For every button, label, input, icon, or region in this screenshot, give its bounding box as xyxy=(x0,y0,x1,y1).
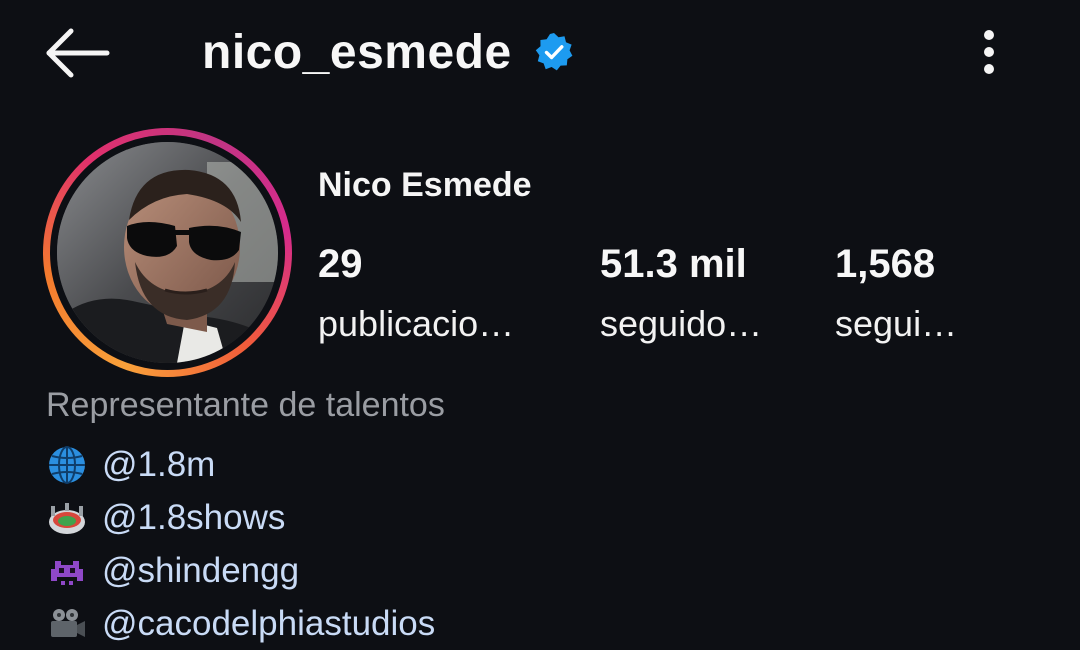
stadium-icon xyxy=(46,497,88,539)
followers-count: 51.3 mil xyxy=(600,242,747,286)
bio-link-shindengg[interactable]: @shindengg xyxy=(102,551,299,591)
bio-link-cacodelphiastudios[interactable]: @cacodelphiastudios xyxy=(102,604,435,644)
film-camera-icon xyxy=(46,603,88,645)
bio-line: @1.8shows xyxy=(46,491,435,544)
followers-stat[interactable]: 51.3 mil seguido… xyxy=(600,240,762,346)
followers-label: seguido… xyxy=(600,303,763,344)
following-label: segui… xyxy=(835,303,958,344)
bio-line: @1.8m xyxy=(46,438,435,491)
posts-count: 29 xyxy=(318,242,363,286)
username: nico_esmede xyxy=(202,25,512,79)
globe-icon xyxy=(46,444,88,486)
display-name: Nico Esmede xyxy=(318,166,532,204)
avatar-portrait-image xyxy=(57,142,278,363)
posts-label: publicacio… xyxy=(318,303,515,344)
bio-link-1-8shows[interactable]: @1.8shows xyxy=(102,498,285,538)
top-bar: nico_esmede xyxy=(0,0,1080,110)
story-ring[interactable] xyxy=(43,128,292,377)
more-options-button[interactable] xyxy=(964,24,1014,80)
bio-line: @cacodelphiastudios xyxy=(46,597,435,650)
back-button[interactable] xyxy=(40,22,116,84)
more-vertical-icon xyxy=(984,30,994,74)
verified-badge-icon xyxy=(534,32,574,72)
following-stat[interactable]: 1,568 segui… xyxy=(835,240,957,346)
bio-links: @1.8m @1.8shows @shindengg @cacodelphias… xyxy=(46,438,435,650)
posts-stat[interactable]: 29 publicacio… xyxy=(318,240,514,346)
back-arrow-icon xyxy=(46,28,110,78)
username-header: nico_esmede xyxy=(202,22,574,82)
bio-line: @shindengg xyxy=(46,544,435,597)
profile-avatar[interactable] xyxy=(57,142,278,363)
space-invader-icon xyxy=(46,550,88,592)
profile-category: Representante de talentos xyxy=(46,386,445,424)
bio-link-1-8m[interactable]: @1.8m xyxy=(102,445,215,485)
following-count: 1,568 xyxy=(835,242,936,286)
